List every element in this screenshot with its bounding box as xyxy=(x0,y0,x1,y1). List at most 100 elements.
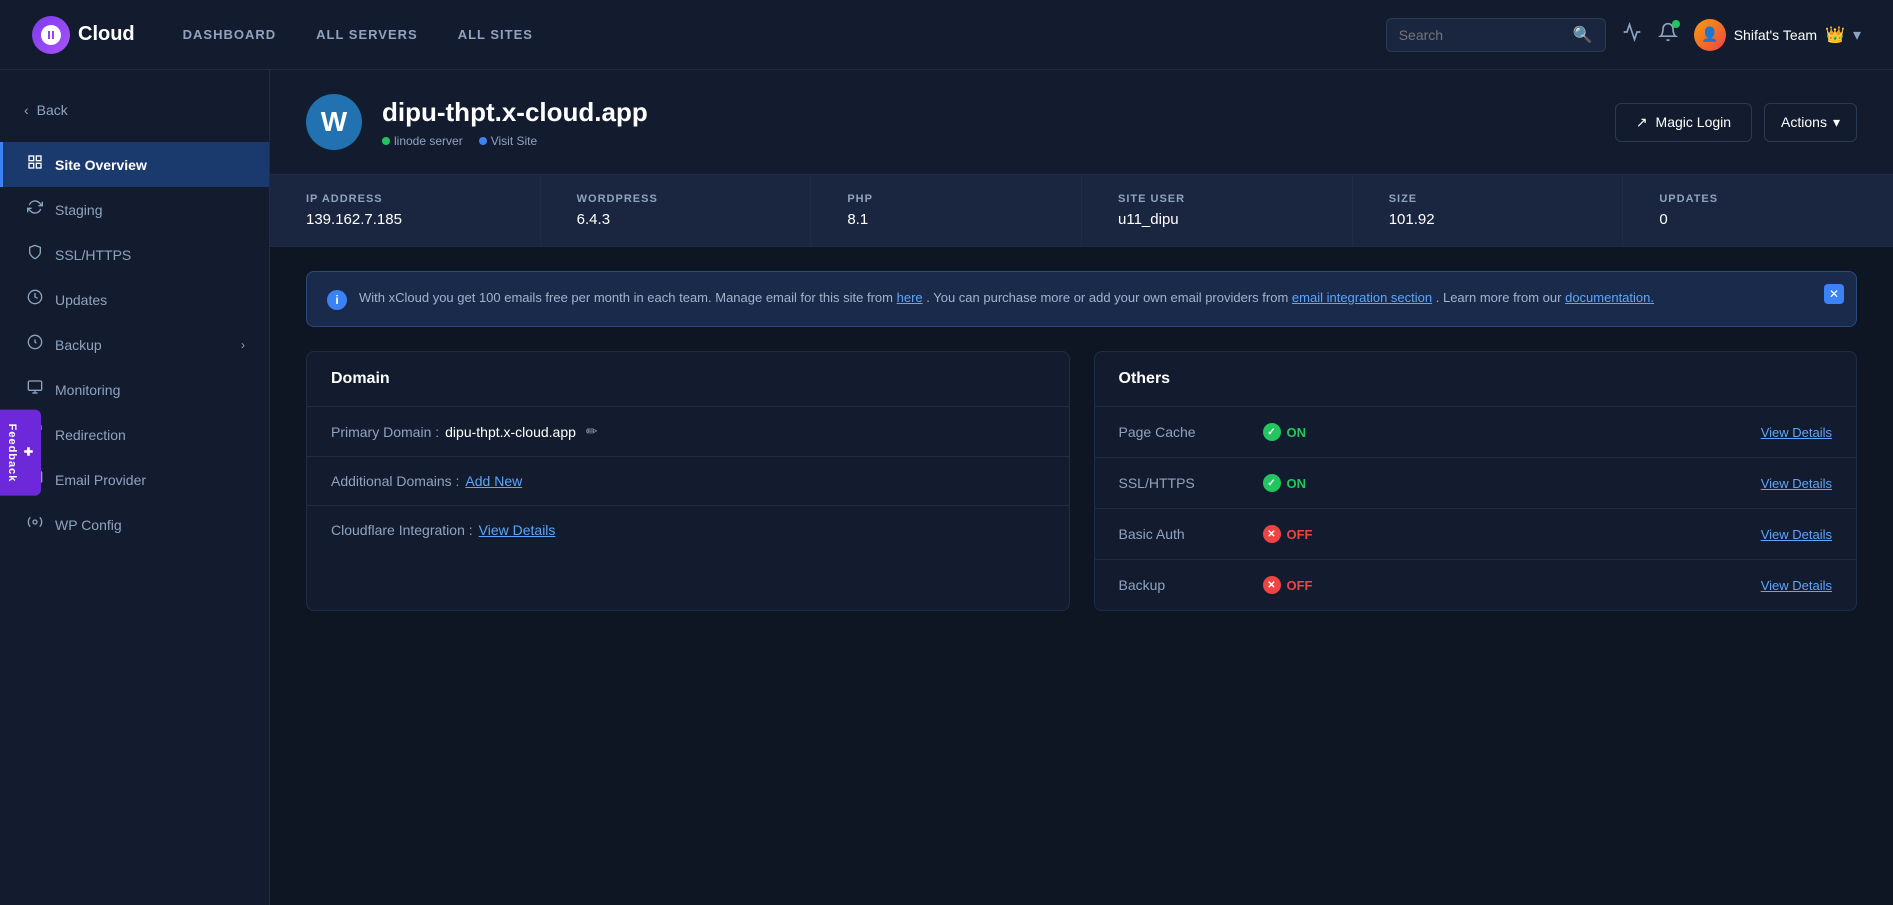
wordpress-icon: W xyxy=(306,94,362,150)
page-cache-view-details[interactable]: View Details xyxy=(1761,425,1832,440)
sidebar-item-ssl-https[interactable]: SSL/HTTPS xyxy=(0,232,269,277)
cloudflare-row: Cloudflare Integration : View Details xyxy=(307,506,1069,554)
visit-label: Visit Site xyxy=(491,134,537,148)
domain-card-title: Domain xyxy=(307,352,1069,407)
server-badge[interactable]: linode server xyxy=(382,134,463,148)
cards-row: Domain Primary Domain : dipu-thpt.x-clou… xyxy=(306,351,1857,611)
user-name: Shifat's Team xyxy=(1734,27,1817,43)
search-input[interactable] xyxy=(1399,27,1565,43)
basic-auth-status-text: OFF xyxy=(1287,527,1313,542)
stat-wordpress: WORDPRESS 6.4.3 xyxy=(541,175,812,246)
banner-text-after: . Learn more from our xyxy=(1436,290,1562,305)
magic-login-button[interactable]: ↗ Magic Login xyxy=(1615,103,1752,142)
basic-auth-status-badge: ✕ OFF xyxy=(1263,525,1761,543)
stat-php-label: PHP xyxy=(847,193,1045,205)
backup-status: ✕ OFF xyxy=(1239,576,1761,594)
back-button[interactable]: ‹ Back xyxy=(0,94,269,142)
others-row-basic-auth: Basic Auth ✕ OFF View Details xyxy=(1095,509,1857,560)
sidebar-item-monitoring[interactable]: Monitoring xyxy=(0,367,269,412)
logo-text: Cloud xyxy=(78,23,135,46)
logo[interactable]: Cloud xyxy=(32,16,135,54)
banner-close-button[interactable]: ✕ xyxy=(1824,284,1844,304)
stat-ip: IP ADDRESS 139.162.7.185 xyxy=(270,175,541,246)
additional-domains-row: Additional Domains : Add New xyxy=(307,457,1069,506)
backup-off-icon: ✕ xyxy=(1263,576,1281,594)
expand-arrow-icon: › xyxy=(241,338,245,352)
others-row-page-cache: Page Cache ✓ ON View Details xyxy=(1095,407,1857,458)
ssl-icon xyxy=(27,244,43,265)
backup-status-text: OFF xyxy=(1287,578,1313,593)
stat-user-label: SITE USER xyxy=(1118,193,1316,205)
backup-view-details[interactable]: View Details xyxy=(1761,578,1832,593)
edit-domain-icon[interactable]: ✏ xyxy=(586,423,598,440)
nav-links: DASHBOARD ALL SERVERS ALL SITES xyxy=(183,27,1386,42)
banner-text-middle: . You can purchase more or add your own … xyxy=(926,290,1288,305)
page-cache-status: ✓ ON xyxy=(1239,423,1761,441)
primary-domain-row: Primary Domain : dipu-thpt.x-cloud.app ✏ xyxy=(307,407,1069,457)
site-domain: dipu-thpt.x-cloud.app xyxy=(382,97,1595,128)
cloudflare-view-details-link[interactable]: View Details xyxy=(479,522,556,538)
server-label: linode server xyxy=(394,134,463,148)
nav-all-sites[interactable]: ALL SITES xyxy=(458,27,533,42)
banner-link-documentation[interactable]: documentation. xyxy=(1565,290,1654,305)
banner-text-before: With xCloud you get 100 emails free per … xyxy=(359,290,893,305)
ssl-view-details[interactable]: View Details xyxy=(1761,476,1832,491)
main-content: W dipu-thpt.x-cloud.app linode server Vi… xyxy=(270,70,1893,905)
backup-status-badge: ✕ OFF xyxy=(1263,576,1761,594)
stat-php-value: 8.1 xyxy=(847,211,1045,228)
others-row-ssl: SSL/HTTPS ✓ ON View Details xyxy=(1095,458,1857,509)
stat-updates-value: 0 xyxy=(1659,211,1857,228)
sidebar-item-label: WP Config xyxy=(55,517,122,533)
stat-site-user: SITE USER u11_dipu xyxy=(1082,175,1353,246)
site-actions: ↗ Magic Login Actions ▾ xyxy=(1615,103,1857,142)
add-new-domain-link[interactable]: Add New xyxy=(465,473,522,489)
stats-bar: IP ADDRESS 139.162.7.185 WORDPRESS 6.4.3… xyxy=(270,175,1893,247)
sidebar-item-label: Redirection xyxy=(55,427,126,443)
banner-link-here[interactable]: here xyxy=(897,290,923,305)
stat-ip-label: IP ADDRESS xyxy=(306,193,504,205)
sidebar-item-wp-config[interactable]: WP Config xyxy=(0,502,269,547)
stat-wp-label: WORDPRESS xyxy=(577,193,775,205)
sidebar-item-label: Updates xyxy=(55,292,107,308)
additional-domains-label: Additional Domains : xyxy=(331,473,459,489)
sidebar-item-staging[interactable]: Staging xyxy=(0,187,269,232)
sidebar-item-label: Site Overview xyxy=(55,157,147,173)
stat-wp-value: 6.4.3 xyxy=(577,211,775,228)
basic-auth-label: Basic Auth xyxy=(1119,526,1239,542)
sidebar-item-label: Staging xyxy=(55,202,102,218)
others-card-title: Others xyxy=(1095,352,1857,407)
staging-icon xyxy=(27,199,43,220)
sidebar-item-backup[interactable]: Backup › xyxy=(0,322,269,367)
back-label: Back xyxy=(37,102,68,118)
site-badges: linode server Visit Site xyxy=(382,134,1595,148)
basic-auth-off-icon: ✕ xyxy=(1263,525,1281,543)
page-cache-status-text: ON xyxy=(1287,425,1307,440)
user-avatar[interactable]: 👤 Shifat's Team 👑 ▾ xyxy=(1694,19,1861,51)
nav-all-servers[interactable]: ALL SERVERS xyxy=(316,27,418,42)
sidebar-item-label: Monitoring xyxy=(55,382,120,398)
sidebar-item-site-overview[interactable]: Site Overview xyxy=(0,142,269,187)
notification-icon[interactable] xyxy=(1658,22,1678,47)
site-overview-icon xyxy=(27,154,43,175)
page-cache-status-badge: ✓ ON xyxy=(1263,423,1761,441)
actions-button[interactable]: Actions ▾ xyxy=(1764,103,1857,142)
stat-updates: UPDATES 0 xyxy=(1623,175,1893,246)
basic-auth-view-details[interactable]: View Details xyxy=(1761,527,1832,542)
visit-badge[interactable]: Visit Site xyxy=(479,134,537,148)
feedback-tab[interactable]: ✚ Feedback xyxy=(0,409,41,496)
sidebar-item-updates[interactable]: Updates xyxy=(0,277,269,322)
stat-size-value: 101.92 xyxy=(1389,211,1587,228)
notification-dot xyxy=(1672,20,1680,28)
stat-php: PHP 8.1 xyxy=(811,175,1082,246)
activity-icon[interactable] xyxy=(1622,22,1642,47)
search-bar[interactable]: 🔍 xyxy=(1386,18,1606,52)
stat-size: SIZE 101.92 xyxy=(1353,175,1624,246)
monitoring-icon xyxy=(27,379,43,400)
nav-dashboard[interactable]: DASHBOARD xyxy=(183,27,277,42)
nav-right: 🔍 👤 Shifat's Team 👑 ▾ xyxy=(1386,18,1861,52)
sidebar-item-label: SSL/HTTPS xyxy=(55,247,131,263)
logo-icon xyxy=(32,16,70,54)
stat-updates-label: UPDATES xyxy=(1659,193,1857,205)
banner-link-email-integration[interactable]: email integration section xyxy=(1292,290,1432,305)
ssl-label: SSL/HTTPS xyxy=(1119,475,1239,491)
